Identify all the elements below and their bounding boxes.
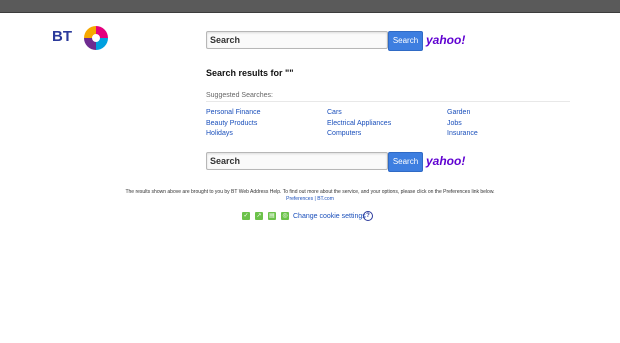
suggested-column-2: Cars Electrical Appliances Computers [327,108,391,140]
footer-notice: The results shown above are brought to y… [125,189,495,195]
search-input-bottom[interactable]: Search [206,152,388,170]
suggested-column-1: Personal Finance Beauty Products Holiday… [206,108,260,140]
suggested-heading: Suggested Searches: [206,92,273,99]
change-cookie-settings-link[interactable]: Change cookie settings [293,212,366,221]
yahoo-logo: yahoo! [426,33,466,47]
search-button-bottom[interactable]: Search [388,152,423,172]
suggested-link[interactable]: Computers [327,129,391,140]
suggested-link[interactable]: Jobs [447,119,478,130]
footer-separator: | [314,196,316,202]
footer-links: Preferences | BT.com [0,196,620,202]
suggested-link[interactable]: Insurance [447,129,478,140]
suggested-link[interactable]: Holidays [206,129,260,140]
browser-top-bar [0,0,620,13]
suggested-link[interactable]: Electrical Appliances [327,119,391,130]
cookie-strictly-necessary-icon[interactable]: ✓ [242,212,250,220]
cookie-performance-icon[interactable]: ↗ [255,212,263,220]
suggested-divider [206,101,570,102]
suggested-link[interactable]: Beauty Products [206,119,260,130]
cookie-targeting-icon[interactable]: ◎ [281,212,289,220]
cookie-functional-icon[interactable]: ▤ [268,212,276,220]
bt-logo-text: BT [52,28,72,45]
bt-globe-icon [84,26,108,50]
suggested-link[interactable]: Personal Finance [206,108,260,119]
search-button[interactable]: Search [388,31,423,51]
suggested-column-3: Garden Jobs Insurance [447,108,478,140]
suggested-link[interactable]: Garden [447,108,478,119]
btcom-link[interactable]: BT.com [317,196,334,202]
results-title: Search results for "" [206,68,294,78]
search-input[interactable]: Search [206,31,388,49]
yahoo-logo-bottom: yahoo! [426,154,466,168]
help-icon[interactable]: ? [363,211,373,221]
suggested-link[interactable]: Cars [327,108,391,119]
bt-logo[interactable]: BT [52,24,114,52]
preferences-link[interactable]: Preferences [286,196,313,202]
